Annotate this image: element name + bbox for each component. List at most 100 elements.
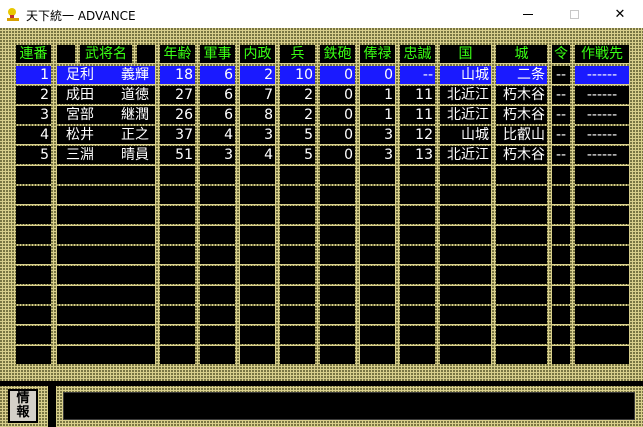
empty-cell[interactable] [552, 306, 570, 324]
cell-province[interactable]: 北近江 [440, 106, 491, 124]
cell-guns[interactable]: 0 [320, 66, 355, 84]
column-header[interactable]: 鉄砲 [320, 45, 355, 63]
cell-order[interactable]: -- [552, 126, 570, 144]
empty-cell[interactable] [496, 226, 547, 244]
empty-cell[interactable] [360, 306, 395, 324]
officer-name-cell[interactable]: 松井 正之 [57, 126, 155, 144]
empty-cell[interactable] [16, 226, 51, 244]
cell-target[interactable]: ------ [575, 66, 629, 84]
cell-troops[interactable]: 5 [280, 146, 315, 164]
empty-cell[interactable] [575, 186, 629, 204]
empty-cell[interactable] [320, 266, 355, 284]
column-header[interactable]: 忠誠 [400, 45, 435, 63]
empty-cell[interactable] [16, 346, 51, 364]
empty-cell[interactable] [160, 346, 195, 364]
empty-cell[interactable] [160, 166, 195, 184]
empty-cell[interactable] [320, 306, 355, 324]
column-header[interactable]: 城 [496, 45, 547, 63]
empty-cell[interactable] [320, 206, 355, 224]
empty-cell[interactable] [400, 226, 435, 244]
empty-cell[interactable] [57, 246, 155, 264]
cell-order[interactable]: -- [552, 106, 570, 124]
empty-cell[interactable] [360, 186, 395, 204]
cell-loyalty[interactable]: 11 [400, 106, 435, 124]
empty-cell[interactable] [575, 226, 629, 244]
cell-mil[interactable]: 3 [200, 146, 235, 164]
empty-cell[interactable] [440, 306, 491, 324]
empty-cell[interactable] [320, 346, 355, 364]
cell-age[interactable]: 27 [160, 86, 195, 104]
empty-cell[interactable] [496, 326, 547, 344]
empty-cell[interactable] [496, 166, 547, 184]
column-header[interactable]: 俸禄 [360, 45, 395, 63]
cell-adm[interactable]: 3 [240, 126, 275, 144]
empty-cell[interactable] [280, 206, 315, 224]
empty-cell[interactable] [440, 326, 491, 344]
empty-cell[interactable] [360, 246, 395, 264]
empty-cell[interactable] [200, 206, 235, 224]
cell-target[interactable]: ------ [575, 126, 629, 144]
empty-cell[interactable] [575, 206, 629, 224]
empty-cell[interactable] [320, 326, 355, 344]
cell-age[interactable]: 51 [160, 146, 195, 164]
column-header[interactable]: 武将名 [80, 45, 132, 63]
empty-cell[interactable] [57, 306, 155, 324]
cell-age[interactable]: 37 [160, 126, 195, 144]
empty-cell[interactable] [400, 266, 435, 284]
cell-castle[interactable]: 朽木谷 [496, 146, 547, 164]
empty-cell[interactable] [575, 306, 629, 324]
cell-province[interactable]: 北近江 [440, 86, 491, 104]
empty-cell[interactable] [16, 246, 51, 264]
cell-target[interactable]: ------ [575, 146, 629, 164]
empty-cell[interactable] [280, 226, 315, 244]
empty-cell[interactable] [280, 246, 315, 264]
empty-cell[interactable] [160, 186, 195, 204]
empty-cell[interactable] [440, 286, 491, 304]
empty-cell[interactable] [400, 286, 435, 304]
empty-cell[interactable] [552, 206, 570, 224]
officer-name-cell[interactable]: 成田 道徳 [57, 86, 155, 104]
empty-cell[interactable] [16, 206, 51, 224]
cell-loyalty[interactable]: -- [400, 66, 435, 84]
empty-cell[interactable] [16, 266, 51, 284]
empty-cell[interactable] [57, 186, 155, 204]
empty-cell[interactable] [575, 266, 629, 284]
cell-order[interactable]: -- [552, 86, 570, 104]
cell-province[interactable]: 山城 [440, 126, 491, 144]
empty-cell[interactable] [240, 266, 275, 284]
officer-name-cell[interactable]: 足利 義輝 [57, 66, 155, 84]
cell-adm[interactable]: 2 [240, 66, 275, 84]
cell-troops[interactable]: 10 [280, 66, 315, 84]
empty-cell[interactable] [496, 306, 547, 324]
empty-cell[interactable] [16, 326, 51, 344]
empty-cell[interactable] [575, 326, 629, 344]
empty-cell[interactable] [16, 186, 51, 204]
officer-name-cell[interactable]: 宮部 継潤 [57, 106, 155, 124]
empty-cell[interactable] [200, 286, 235, 304]
empty-cell[interactable] [320, 286, 355, 304]
empty-cell[interactable] [160, 326, 195, 344]
empty-cell[interactable] [400, 206, 435, 224]
empty-cell[interactable] [57, 226, 155, 244]
empty-cell[interactable] [496, 266, 547, 284]
cell-troops[interactable]: 2 [280, 86, 315, 104]
empty-cell[interactable] [280, 346, 315, 364]
empty-cell[interactable] [320, 246, 355, 264]
empty-cell[interactable] [57, 266, 155, 284]
cell-order[interactable]: -- [552, 146, 570, 164]
cell-mil[interactable]: 6 [200, 86, 235, 104]
cell-target[interactable]: ------ [575, 86, 629, 104]
cell-stipend[interactable]: 1 [360, 86, 395, 104]
empty-cell[interactable] [280, 166, 315, 184]
cell-guns[interactable]: 0 [320, 86, 355, 104]
empty-cell[interactable] [320, 226, 355, 244]
cell-mil[interactable]: 6 [200, 66, 235, 84]
column-header[interactable]: 連番 [16, 45, 51, 63]
column-header[interactable]: 年齢 [160, 45, 195, 63]
empty-cell[interactable] [57, 206, 155, 224]
cell-troops[interactable]: 2 [280, 106, 315, 124]
empty-cell[interactable] [320, 166, 355, 184]
cell-target[interactable]: ------ [575, 106, 629, 124]
empty-cell[interactable] [400, 346, 435, 364]
cell-loyalty[interactable]: 11 [400, 86, 435, 104]
